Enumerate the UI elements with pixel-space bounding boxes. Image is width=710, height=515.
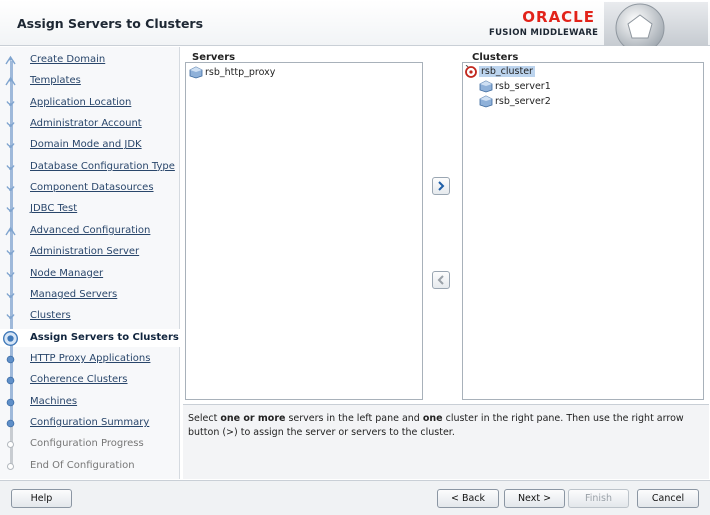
- servers-list[interactable]: rsb_http_proxy: [185, 62, 423, 400]
- server-icon: [479, 95, 493, 108]
- sidebar-item-label: Assign Servers to Clusters: [30, 331, 179, 343]
- chevron-right-icon: [438, 181, 445, 191]
- move-right-button[interactable]: [432, 177, 450, 195]
- next-step-icon: [6, 376, 15, 385]
- cluster-member-label: rsb_server1: [495, 81, 551, 92]
- sidebar-item-label: Coherence Clusters: [30, 374, 128, 386]
- completed-step-icon: [6, 314, 15, 320]
- sidebar-item-label: Advanced Configuration: [30, 224, 151, 236]
- sidebar-item-label: Clusters: [30, 310, 71, 322]
- sidebar-item-label: Application Location: [30, 96, 132, 108]
- sidebar-item-label: Configuration Progress: [30, 438, 144, 450]
- next-step-icon: [6, 419, 15, 428]
- sidebar-item-label: End Of Configuration: [30, 459, 135, 471]
- help-text: Select one or more servers in the left p…: [188, 412, 688, 440]
- move-left-button[interactable]: [432, 271, 450, 289]
- sidebar-item-label: Administrator Account: [30, 118, 142, 130]
- sidebar-item[interactable]: Managed Servers: [0, 286, 180, 318]
- pending-step-icon: [7, 441, 14, 449]
- sidebar-item-label: Machines: [30, 395, 78, 407]
- next-step-icon: [6, 355, 15, 364]
- sidebar-item[interactable]: JDBC Test: [0, 200, 180, 232]
- sidebar-item[interactable]: HTTP Proxy Applications: [0, 350, 180, 382]
- clusters-tree[interactable]: rsb_cluster rsb_server1 rsb_server2: [462, 62, 704, 400]
- cancel-button[interactable]: Cancel: [637, 489, 699, 508]
- header: Assign Servers to Clusters ORACLE FUSION…: [0, 0, 710, 46]
- server-item-label: rsb_http_proxy: [205, 67, 276, 78]
- help-panel: Select one or more servers in the left p…: [183, 404, 709, 479]
- next-step-icon: [6, 398, 15, 406]
- sidebar-item: Configuration Progress: [0, 435, 180, 467]
- sidebar-item[interactable]: Create Domain: [0, 51, 180, 83]
- sidebar-item[interactable]: Templates: [0, 72, 180, 104]
- completed-step-icon: [6, 292, 15, 298]
- sidebar-item-label: Create Domain: [30, 54, 106, 65]
- completed-step-icon: [6, 164, 15, 170]
- completed-step-icon: [5, 226, 16, 236]
- sidebar-item[interactable]: Administration Server: [0, 243, 180, 275]
- sidebar-item-label: JDBC Test: [30, 203, 78, 215]
- sidebar-item[interactable]: Configuration Summary: [0, 414, 180, 446]
- oracle-brand: ORACLE: [522, 8, 595, 26]
- cluster-icon: [465, 65, 477, 78]
- completed-step-icon: [5, 77, 16, 86]
- help-button[interactable]: Help: [11, 489, 72, 508]
- fusion-badge-icon: [604, 2, 708, 46]
- sidebar-item[interactable]: Database Configuration Type: [0, 158, 180, 190]
- sidebar-item[interactable]: Component Datasources: [0, 179, 180, 211]
- help-text-emphasis: one: [422, 413, 443, 424]
- help-text-part: servers in the left pane and: [285, 413, 423, 424]
- sidebar-item[interactable]: Application Location: [0, 94, 180, 126]
- sidebar-item[interactable]: Assign Servers to Clusters: [0, 328, 180, 360]
- oracle-logo: ORACLE FUSION MIDDLEWARE: [489, 9, 599, 38]
- sidebar-item[interactable]: Machines: [0, 393, 180, 424]
- sidebar-item[interactable]: Administrator Account: [0, 115, 180, 147]
- sidebar-item[interactable]: Domain Mode and JDK: [0, 136, 180, 168]
- completed-step-icon: [6, 100, 15, 106]
- completed-step-icon: [6, 271, 15, 277]
- pending-step-icon: [7, 462, 14, 470]
- back-button[interactable]: < Back: [437, 489, 499, 508]
- completed-step-icon: [6, 186, 15, 192]
- sidebar-item[interactable]: Advanced Configuration: [0, 222, 180, 254]
- sidebar-item-label: Domain Mode and JDK: [30, 139, 142, 151]
- sidebar-item-label: HTTP Proxy Applications: [30, 352, 151, 364]
- cluster-item[interactable]: rsb_cluster: [465, 65, 535, 80]
- completed-step-icon: [5, 55, 16, 65]
- sidebar-item[interactable]: Coherence Clusters: [0, 371, 180, 403]
- chevron-left-icon: [437, 275, 444, 285]
- current-step-icon: [3, 330, 18, 346]
- finish-button[interactable]: Finish: [568, 489, 629, 508]
- fusion-middleware-label: FUSION MIDDLEWARE: [489, 28, 599, 38]
- completed-step-icon: [6, 122, 15, 128]
- next-button[interactable]: Next >: [504, 489, 565, 508]
- sidebar-item-label: Templates: [30, 75, 81, 87]
- completed-step-icon: [6, 250, 15, 256]
- help-text-part: Select: [188, 413, 221, 424]
- server-icon: [479, 80, 493, 93]
- server-icon: [189, 66, 203, 79]
- sidebar-item[interactable]: Clusters: [0, 307, 180, 339]
- help-text-emphasis: one or more: [220, 413, 286, 424]
- completed-step-icon: [6, 207, 15, 213]
- sidebar-item-label: Component Datasources: [30, 182, 154, 194]
- sidebar-item[interactable]: Node Manager: [0, 265, 180, 296]
- sidebar-item-label: Configuration Summary: [30, 416, 150, 428]
- completed-step-icon: [6, 143, 15, 149]
- cluster-member-item[interactable]: rsb_server2: [479, 95, 553, 110]
- sidebar: Create Domain Templates Application Locati…: [0, 47, 180, 479]
- sidebar-item-label: Managed Servers: [30, 288, 118, 300]
- sidebar-item-label: Administration Server: [30, 246, 140, 258]
- cluster-member-label: rsb_server2: [495, 96, 551, 107]
- server-item[interactable]: rsb_http_proxy: [189, 66, 277, 81]
- page-title: Assign Servers to Clusters: [17, 16, 204, 31]
- cluster-item-label: rsb_cluster: [479, 66, 535, 77]
- sidebar-item-label: Node Manager: [30, 267, 104, 279]
- cluster-member-item[interactable]: rsb_server1: [479, 80, 553, 95]
- sidebar-item-label: Database Configuration Type: [30, 160, 175, 172]
- sidebar-item: End Of Configuration: [0, 457, 180, 475]
